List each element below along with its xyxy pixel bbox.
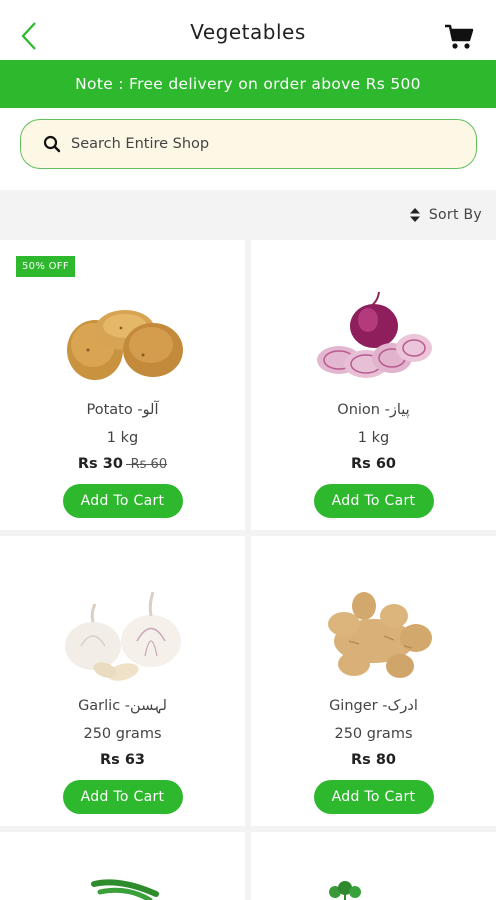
product-quantity: 1 kg: [357, 430, 390, 446]
product-card-ginger[interactable]: Ginger -ادرک 250 grams Rs 80 Add To Cart: [251, 536, 496, 826]
ginger-image: [327, 592, 432, 678]
product-quantity: 250 grams: [334, 726, 413, 742]
product-price: Rs 63: [0, 752, 245, 768]
original-price: -Rs 60: [125, 457, 168, 472]
search-box[interactable]: [20, 119, 477, 169]
product-quantity: 1 kg: [106, 430, 139, 446]
product-quantity: 250 grams: [83, 726, 162, 742]
product-card-partial-2[interactable]: [251, 832, 496, 900]
discount-badge: 50% OFF: [16, 256, 75, 277]
product-name: Ginger -ادرک: [329, 698, 418, 714]
garlic-image: [64, 591, 181, 681]
current-price: Rs 80: [350, 752, 397, 768]
product-card-partial-1[interactable]: [0, 832, 245, 900]
product-card-onion[interactable]: Onion -پیاز 1 kg Rs 60 Add To Cart: [251, 240, 496, 530]
current-price: Rs 60: [350, 456, 397, 472]
current-price: Rs 30: [77, 456, 123, 472]
add-to-cart-button[interactable]: Add To Cart: [313, 484, 434, 518]
add-to-cart-button[interactable]: Add To Cart: [62, 484, 183, 518]
product-price: Rs 30 -Rs 60: [0, 456, 245, 472]
shopping-cart-icon: [445, 24, 474, 49]
coriander-image: [329, 881, 361, 900]
search-input[interactable]: [71, 136, 431, 152]
potato-image: [66, 310, 183, 380]
product-card-potato[interactable]: 50% OFF Potato -آلو 1 kg Rs 30 -Rs 60 Add…: [0, 240, 245, 530]
sort-row: Sort By: [0, 190, 496, 240]
search-section: [0, 108, 496, 190]
add-to-cart-button[interactable]: Add To Cart: [62, 780, 183, 814]
product-name: Onion -پیاز: [337, 402, 410, 418]
product-name: Garlic -لہسن: [78, 698, 167, 714]
product-price: Rs 80: [251, 752, 496, 768]
onion-image: [316, 291, 432, 378]
sort-by-label: Sort By: [428, 207, 482, 223]
sort-icon: [409, 208, 420, 222]
add-to-cart-button[interactable]: Add To Cart: [313, 780, 434, 814]
sort-by-button[interactable]: Sort By: [409, 207, 482, 223]
app-header: Vegetables: [0, 0, 496, 60]
chili-image: [91, 879, 159, 900]
current-price: Rs 63: [99, 752, 146, 768]
delivery-note-banner: Note : Free delivery on order above Rs 5…: [0, 60, 496, 108]
product-name: Potato -آلو: [86, 402, 159, 418]
cart-button[interactable]: [444, 24, 476, 52]
product-price: Rs 60: [251, 456, 496, 472]
product-card-garlic[interactable]: Garlic -لہسن 250 grams Rs 63 Add To Cart: [0, 536, 245, 826]
page-title: Vegetables: [190, 20, 306, 44]
search-icon: [43, 135, 61, 153]
